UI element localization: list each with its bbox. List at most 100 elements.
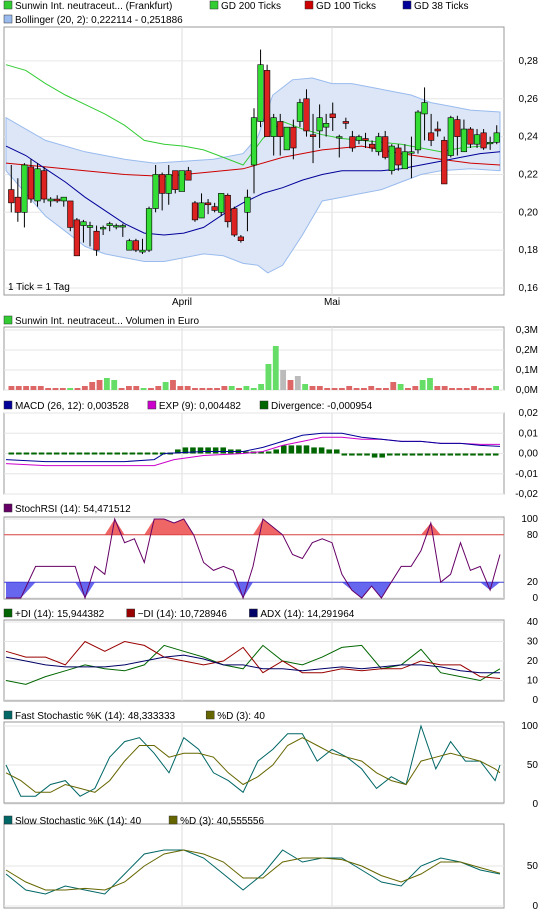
y-tick-label: 0,16 [519,283,539,294]
y-tick-label: 50 [527,861,539,872]
volume-bar [236,388,242,390]
panel-frame [3,721,505,804]
y-tick-label: 80 [527,530,539,541]
divergence-bar [280,445,287,454]
volume-bar [125,386,132,390]
volume-bar [111,380,118,390]
candle-body [336,136,343,139]
divergence-bar [122,452,128,455]
candle-body [152,174,159,209]
volume-bar [192,388,198,390]
divergence-bar [61,452,68,455]
divergence-bar [8,452,15,455]
candle-body [100,227,107,230]
legend-swatch [249,608,258,618]
divergence-bar [424,453,431,456]
y-tick-label: 100 [521,514,538,525]
candle-body [80,221,87,226]
legend-label: Divergence: -0,000954 [271,401,373,412]
divergence-bar [402,453,408,456]
volume-bar [258,384,265,390]
candle-body [132,240,140,251]
divergence-bar [371,453,378,458]
volume-bar [37,386,44,390]
legend-swatch [3,400,13,410]
divergence-bar [364,453,370,456]
divergence-bar [379,453,385,458]
y-tick-label: 50 [527,760,539,771]
volume-bar [493,386,499,390]
candle-body [487,141,494,145]
volume-bar [162,382,169,390]
legend-label: GD 100 Ticks [316,1,376,12]
volume-bar [8,386,15,390]
divergence-bar [144,452,151,455]
y-tick-label: 0,28 [519,56,539,67]
y-tick-label: 0,00 [519,449,539,460]
legend-swatch [205,710,215,720]
y-tick-label: 0,01 [519,428,539,439]
candle-body [473,134,481,145]
candle-body [303,98,310,132]
candle-body [139,249,146,253]
volume-bar [81,386,88,390]
divergence-bar [455,453,461,456]
divergence-bar [76,452,83,455]
volume-bar [228,386,235,390]
divergence-bar [69,452,75,455]
volume-bar [331,388,338,390]
divergence-bar [31,452,37,455]
volume-bar [67,388,74,390]
candle-body [460,128,468,153]
volume-bar [243,386,250,390]
divergence-bar [205,447,211,454]
volume-bar [427,378,433,390]
legend-label: %D (3): 40,555556 [180,816,264,827]
y-tick-label: 0,3M [516,325,538,336]
volume-bar [89,382,96,390]
candle-body [113,225,120,228]
divergence-bar [296,445,302,454]
divergence-bar [439,453,446,456]
candle-body [270,117,277,137]
volume-bar [96,380,103,390]
legend-swatch [304,0,314,10]
volume-bar [397,384,404,390]
divergence-bar [38,452,45,455]
candle-body [493,132,500,143]
divergence-bar [492,453,499,456]
volume-bar [280,370,287,390]
legend-swatch [3,710,13,720]
volume-bar [140,388,147,390]
legend-label: MACD (26, 12): 0,003528 [15,401,129,412]
volume-bar [74,388,81,390]
candle-body [250,117,258,166]
legend-swatch [402,0,412,10]
divergence-bar [288,445,295,454]
divergence-bar [318,447,325,454]
candle-body [67,200,74,228]
divergence-bar [129,452,136,455]
volume-bar [177,386,184,390]
volume-bar [272,346,279,390]
y-tick-label: 10 [527,676,539,687]
legend-swatch [3,14,13,24]
divergence-bar [16,452,22,455]
volume-bar [294,376,301,390]
volume-bar [478,388,485,390]
legend-swatch [168,815,178,825]
y-tick-label: 0,20 [519,207,539,218]
volume-bar [360,388,367,390]
volume-bar [103,378,110,390]
candle-body [159,174,166,194]
volume-bar [30,386,37,390]
divergence-bar [341,453,348,456]
candle-body [480,132,487,149]
stock-chart: 0,28 0,26 0,24 0,22 0,20 0,18 0,16 1 Tick = 1 T… [3,0,539,912]
volume-bar [214,388,220,390]
legend-label: Sunwin Int. neutraceut... (Frankfurt) [15,1,172,12]
y-tick-label: 0 [532,593,538,604]
candle-body [349,136,356,149]
divergence-bar [311,447,317,454]
divergence-bar [99,452,105,455]
